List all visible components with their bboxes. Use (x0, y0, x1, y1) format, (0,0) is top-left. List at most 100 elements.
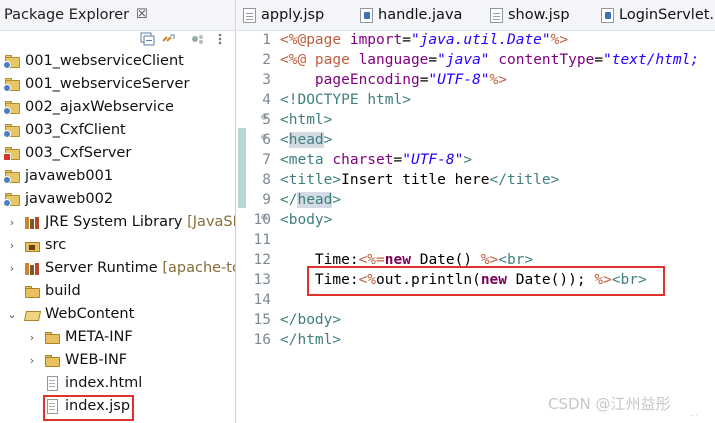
tree-item-label: JRE System Library [JavaSE (45, 214, 235, 230)
tab-handle-java[interactable]: handle.java (354, 0, 484, 31)
tab-label: apply.jsp (261, 7, 325, 23)
code-line-3[interactable]: 3 pageEncoding="UTF-8"%> (237, 71, 715, 91)
jsp-file-icon (243, 8, 256, 23)
code-line-11[interactable]: 11 (237, 231, 715, 251)
watermark-sub: ... (690, 409, 698, 418)
project-icon (3, 123, 21, 138)
tree-item-001-webserviceclient[interactable]: 001_webserviceClient (0, 51, 235, 73)
line-number: 16 (253, 332, 271, 348)
code-text: <html> (280, 112, 333, 128)
code-text: <!DOCTYPE html> (280, 92, 411, 108)
tree-item-jre-system-library[interactable]: › JRE System Library [JavaSE (0, 212, 235, 234)
package-explorer-panel: Package Explorer ☒ 001_webserviceClient … (0, 0, 236, 423)
fold-toggle-icon[interactable]: ⊖ (261, 212, 269, 223)
open-folder-icon (23, 307, 42, 322)
code-text: <head> (280, 132, 333, 148)
tab-show-jsp[interactable]: show.jsp (484, 0, 598, 31)
line-number: 3 (262, 72, 271, 88)
tree-item-002-ajaxwebservice[interactable]: 002_ajaxWebservice (0, 97, 235, 119)
watermark-text: CSDN @江州益彤 (548, 395, 671, 413)
tree-item-001-webserviceserver[interactable]: 001_webserviceServer (0, 74, 235, 96)
highlight-box-index-jsp (43, 395, 134, 421)
chevron-down-icon[interactable]: ⌄ (7, 308, 17, 322)
chevron-right-icon[interactable]: › (27, 331, 37, 345)
highlight-box-line-13 (307, 266, 665, 296)
code-line-6[interactable]: 6 ⊖ <head> (237, 131, 715, 151)
file-icon (44, 376, 61, 391)
tree-item-web-inf[interactable]: › WEB-INF (0, 350, 235, 372)
code-line-2[interactable]: 2 <%@ page language="java" contentType="… (237, 51, 715, 71)
tree-item-webcontent[interactable]: ⌄ WebContent (0, 304, 235, 326)
folder-icon (44, 353, 61, 368)
project-icon (3, 54, 21, 69)
folder-icon (24, 284, 41, 299)
tree-item-label: WEB-INF (65, 352, 128, 368)
code-line-8[interactable]: 8 <title>Insert title here</title> (237, 171, 715, 191)
editor-tab-bar: apply.jsp handle.java show.jsp LoginServ… (237, 0, 715, 31)
tree-item-label: javaweb002 (25, 191, 114, 207)
library-icon (24, 215, 41, 230)
line-number: 14 (253, 292, 271, 308)
tree-item-003-cxfserver[interactable]: 003_CxfServer (0, 143, 235, 165)
tab-label: handle.java (378, 7, 463, 23)
tree-item-label: 002_ajaxWebservice (25, 99, 174, 115)
line-number: 8 (262, 172, 271, 188)
java-file-icon (360, 8, 373, 23)
close-icon[interactable]: ☒ (136, 7, 148, 22)
line-number: 12 (253, 252, 271, 268)
link-with-editor-icon[interactable] (161, 32, 177, 46)
package-explorer-tab[interactable]: Package Explorer ☒ (0, 0, 235, 31)
tree-item-label: 001_webserviceClient (25, 53, 184, 69)
jsp-file-icon (490, 8, 503, 23)
project-error-icon (3, 146, 21, 161)
tab-loginservlet[interactable]: LoginServlet. (595, 0, 715, 31)
tree-item-003-cxfclient[interactable]: 003_CxfClient (0, 120, 235, 142)
fold-toggle-icon[interactable]: ⊖ (261, 112, 269, 123)
collapse-all-icon[interactable] (140, 32, 156, 46)
project-icon (3, 100, 21, 115)
code-text: <body> (280, 212, 333, 228)
tree-item-javaweb001[interactable]: javaweb001 (0, 166, 235, 188)
tree-item-build[interactable]: build (0, 281, 235, 303)
tree-item-src[interactable]: › src (0, 235, 235, 257)
project-icon (3, 77, 21, 92)
code-line-10[interactable]: 10 ⊖ <body> (237, 211, 715, 231)
tree-item-server-runtime[interactable]: › Server Runtime [apache-to (0, 258, 236, 280)
tree-item-javaweb002[interactable]: javaweb002 (0, 189, 235, 211)
code-text: <meta charset="UTF-8"> (280, 152, 473, 168)
tab-apply-jsp[interactable]: apply.jsp (237, 0, 355, 31)
code-line-16[interactable]: 16 </html> (237, 331, 715, 351)
line-number: 1 (262, 32, 271, 48)
folder-icon (44, 330, 61, 345)
code-line-15[interactable]: 15 </body> (237, 311, 715, 331)
line-number: 4 (262, 92, 271, 108)
chevron-right-icon[interactable]: › (27, 354, 37, 368)
tree-item-label: 003_CxfServer (25, 145, 132, 161)
tree-item-label: Server Runtime [apache-to (45, 260, 236, 276)
fold-toggle-icon[interactable]: ⊖ (261, 132, 269, 143)
focus-icon[interactable] (190, 32, 206, 46)
java-file-icon (601, 8, 614, 23)
chevron-right-icon[interactable]: › (7, 216, 17, 230)
code-line-1[interactable]: 1 <%@page import="java.util.Date"%> (237, 31, 715, 51)
view-menu-icon[interactable] (212, 32, 228, 46)
project-icon (3, 192, 21, 207)
tree-item-meta-inf[interactable]: › META-INF (0, 327, 235, 349)
tree-item-label: build (45, 283, 81, 299)
code-line-7[interactable]: 7 <meta charset="UTF-8"> (237, 151, 715, 171)
code-editor[interactable]: apply.jsp handle.java show.jsp LoginServ… (237, 0, 715, 423)
code-text: pageEncoding="UTF-8"%> (280, 72, 507, 88)
code-line-5[interactable]: 5 ⊖ <html> (237, 111, 715, 131)
code-line-4[interactable]: 4 <!DOCTYPE html> (237, 91, 715, 111)
tree-item-label: index.html (65, 375, 143, 391)
line-number: 9 (262, 192, 271, 208)
code-text: </head> (280, 192, 342, 208)
tree-item-label: javaweb001 (25, 168, 114, 184)
code-line-9[interactable]: 9 </head> (237, 191, 715, 211)
tab-label: show.jsp (508, 7, 570, 23)
chevron-right-icon[interactable]: › (7, 239, 17, 253)
code-text: <title>Insert title here</title> (280, 172, 560, 188)
code-text: </html> (280, 332, 342, 348)
chevron-right-icon[interactable]: › (7, 262, 17, 276)
tree-item-index-html[interactable]: index.html (0, 373, 235, 395)
